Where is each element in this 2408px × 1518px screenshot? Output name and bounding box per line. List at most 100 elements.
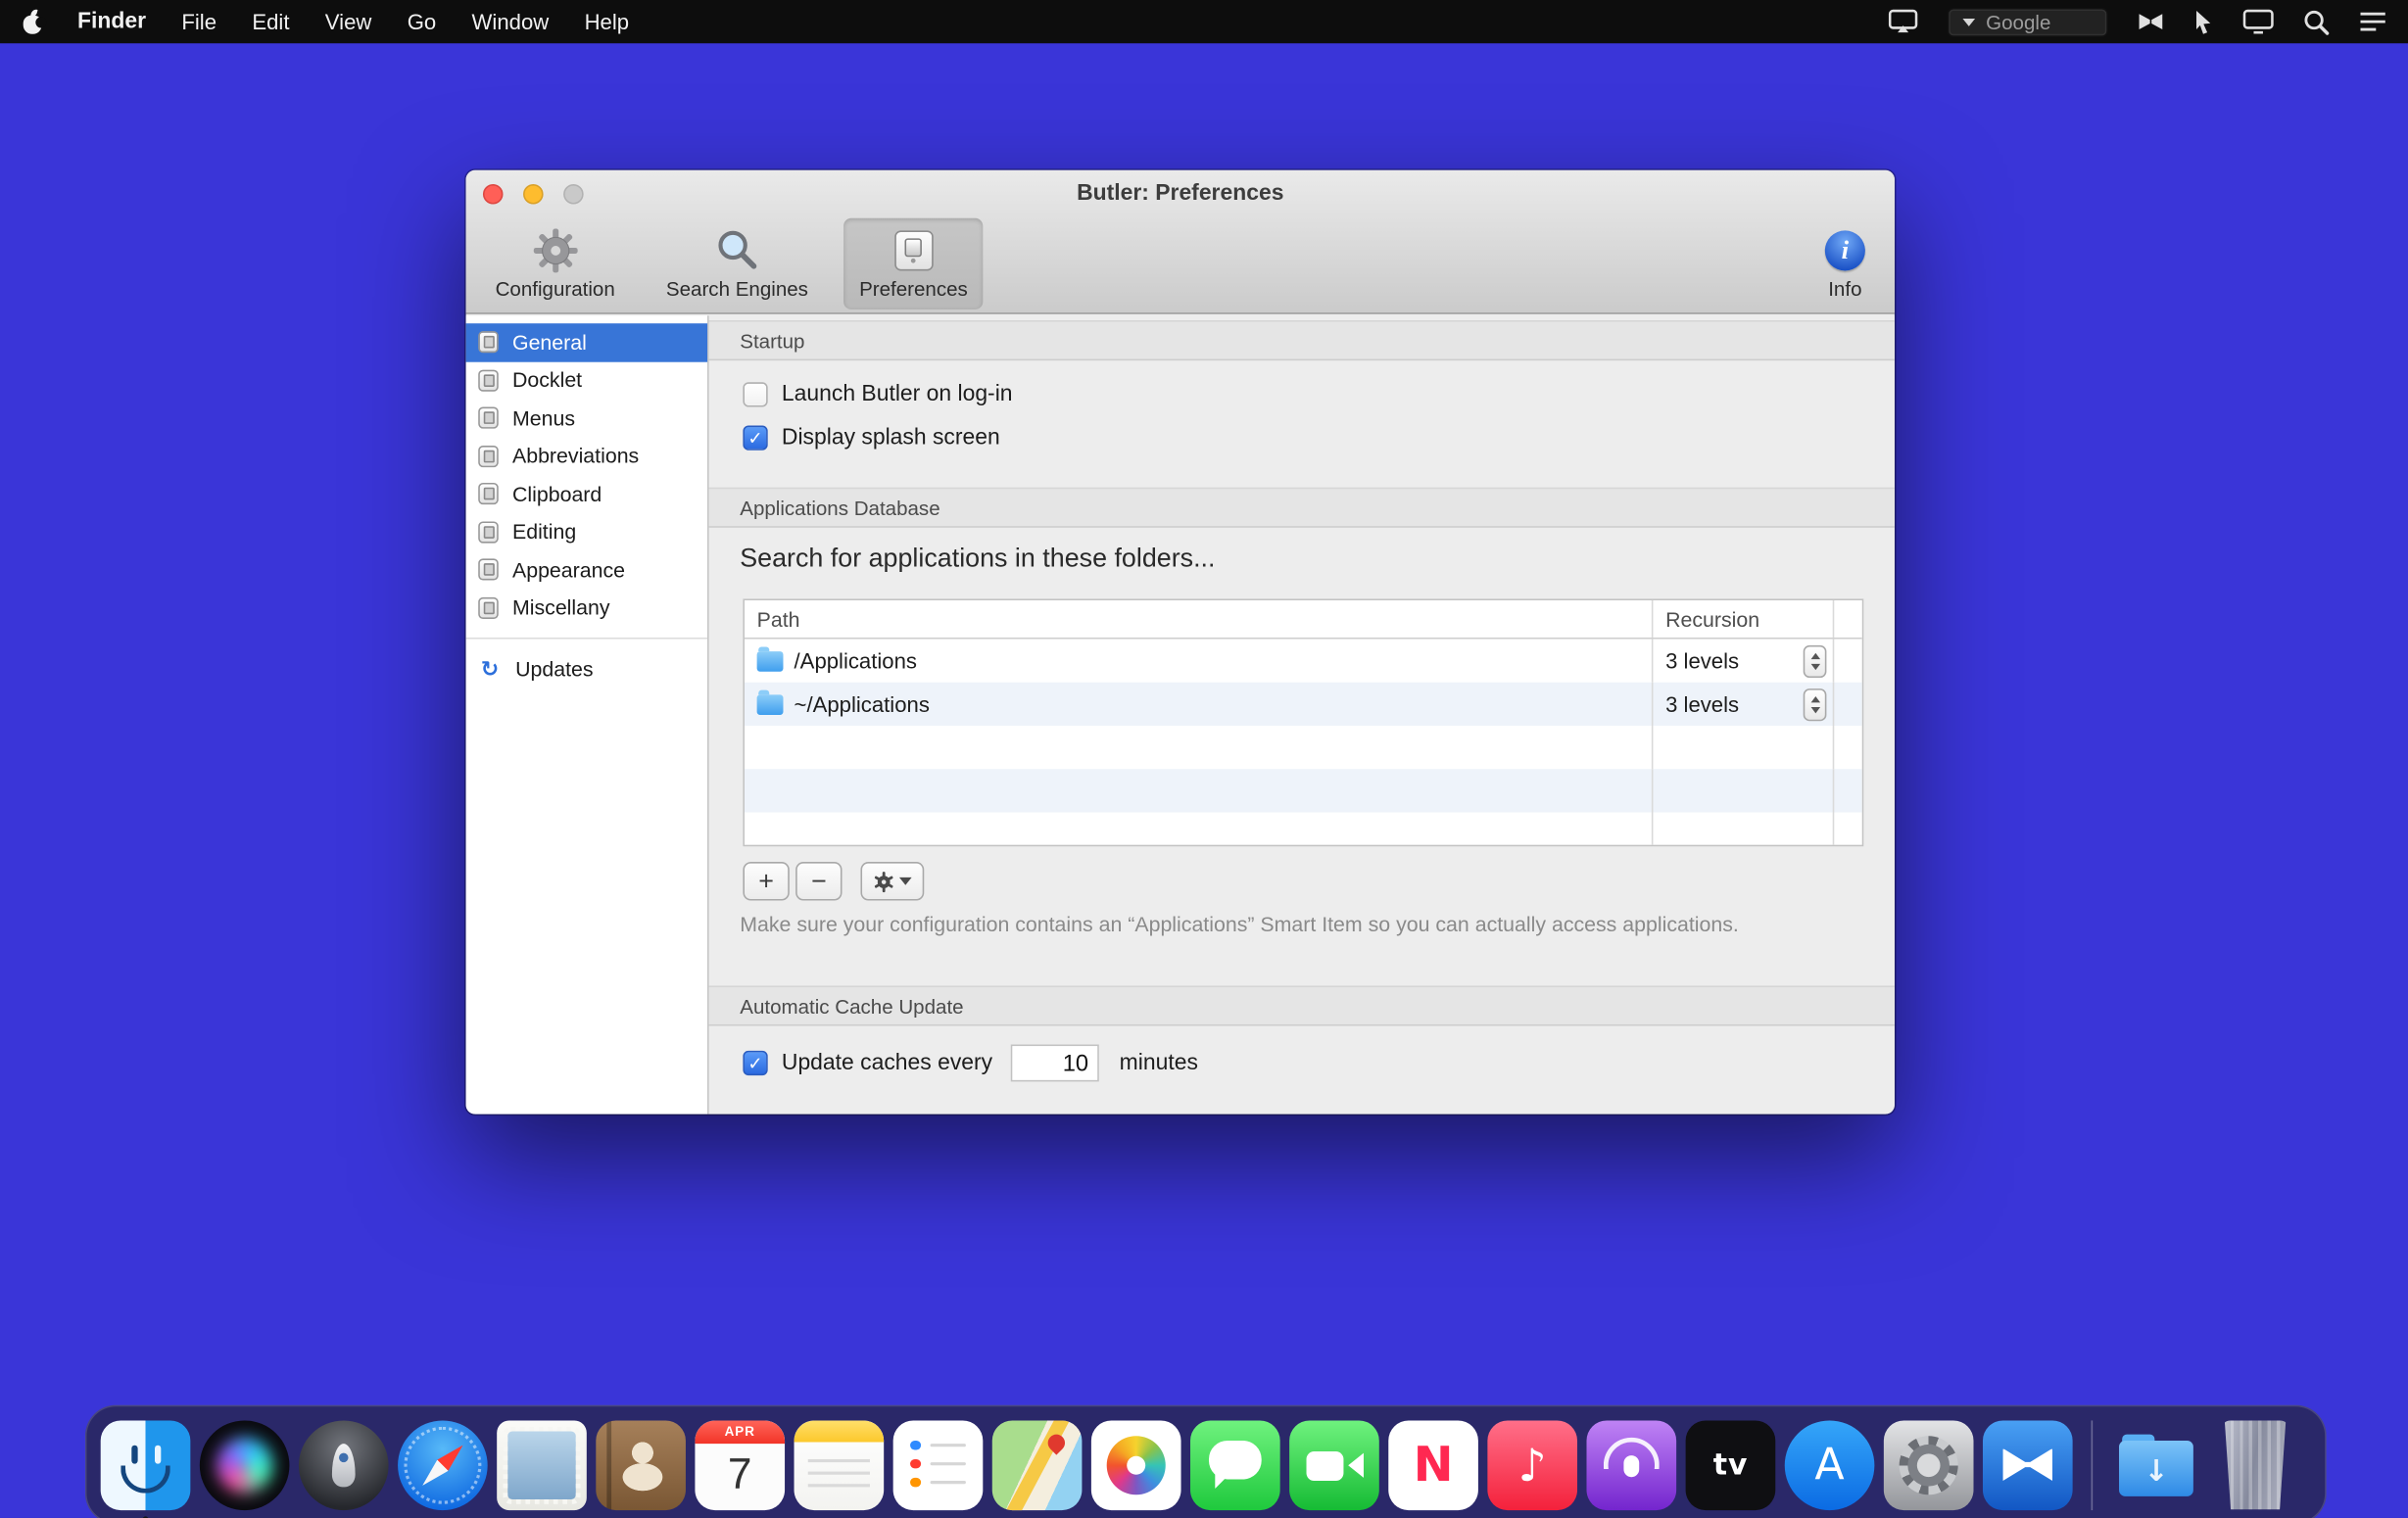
dock-trash[interactable] xyxy=(2210,1419,2300,1510)
recursion-stepper[interactable] xyxy=(1803,688,1827,721)
calendar-month: APR xyxy=(724,1423,755,1440)
preferences-sidebar: General Docklet Menus Abbreviations Clip… xyxy=(465,315,709,1115)
update-caches-checkbox[interactable] xyxy=(743,1050,768,1076)
switch-icon xyxy=(893,224,934,275)
toolbar-configuration-button[interactable]: Configuration xyxy=(480,218,631,309)
switch-icon xyxy=(478,483,499,505)
actions-menu-button[interactable] xyxy=(860,862,925,901)
dock-podcasts[interactable] xyxy=(1586,1419,1677,1510)
music-icon: ♪ xyxy=(1487,1419,1578,1510)
switch-icon xyxy=(478,558,499,581)
search-engine-label: Google xyxy=(1986,10,2051,33)
applications-folders-table: Path Recursion /Applications 3 levels ~/… xyxy=(743,598,1864,847)
menu-app-name[interactable]: Finder xyxy=(77,9,146,33)
table-filler-row xyxy=(745,726,1862,770)
toolbar-search-engines-button[interactable]: Search Engines xyxy=(650,218,824,309)
dock-music[interactable]: ♪ xyxy=(1487,1419,1578,1510)
dock-news[interactable]: N xyxy=(1388,1419,1478,1510)
screen-mirroring-icon[interactable] xyxy=(1888,9,1918,33)
cache-update-row: Update caches every minutes xyxy=(743,1044,1198,1082)
column-header-path[interactable]: Path xyxy=(745,600,1654,638)
column-header-recursion[interactable]: Recursion xyxy=(1653,600,1835,638)
dock-finder[interactable] xyxy=(100,1419,191,1510)
path-cell: ~/Applications xyxy=(794,691,930,717)
sidebar-item-abbreviations[interactable]: Abbreviations xyxy=(466,437,707,475)
dock-reminders[interactable] xyxy=(892,1419,984,1510)
dock-maps[interactable] xyxy=(991,1419,1083,1510)
dock-launchpad[interactable] xyxy=(298,1419,389,1510)
magnifier-icon xyxy=(714,224,760,275)
section-title: Automatic Cache Update xyxy=(740,994,964,1018)
sidebar-item-clipboard[interactable]: Clipboard xyxy=(466,475,707,513)
spotlight-icon[interactable] xyxy=(2303,9,2330,35)
menu-go[interactable]: Go xyxy=(408,9,437,33)
sidebar-item-docklet[interactable]: Docklet xyxy=(466,361,707,400)
dock-siri[interactable] xyxy=(199,1419,290,1510)
desktop-wallpaper: Finder File Edit View Go Window Help Goo… xyxy=(0,0,2408,1518)
row-spacer xyxy=(1834,640,1861,683)
toolbar-preferences-button[interactable]: Preferences xyxy=(843,217,984,309)
menu-bar-status-items: Google xyxy=(1888,7,2387,37)
dock-mail[interactable] xyxy=(497,1419,587,1510)
messages-icon xyxy=(1190,1419,1280,1510)
menubar-search-field[interactable]: Google xyxy=(1947,7,2108,37)
recursion-cell: 3 levels xyxy=(1665,648,1740,674)
menu-help[interactable]: Help xyxy=(585,9,629,33)
sidebar-item-general[interactable]: General xyxy=(465,323,708,361)
toolbar-configuration-label: Configuration xyxy=(495,276,615,301)
remove-folder-button[interactable]: − xyxy=(795,862,843,901)
menu-file[interactable]: File xyxy=(181,9,217,33)
refresh-icon xyxy=(478,656,502,683)
switch-icon xyxy=(478,445,499,467)
folder-icon xyxy=(756,688,784,715)
dock-contacts[interactable] xyxy=(596,1419,686,1510)
launch-on-login-row: Launch Butler on log-in xyxy=(743,382,1013,407)
dock-notes[interactable] xyxy=(794,1419,885,1510)
column-header-spacer xyxy=(1834,600,1861,638)
dock-app-store[interactable]: A xyxy=(1784,1419,1875,1510)
sidebar-item-editing[interactable]: Editing xyxy=(466,513,707,551)
butler-menu-icon[interactable] xyxy=(2138,13,2164,31)
display-splash-checkbox[interactable] xyxy=(743,425,768,451)
siri-icon xyxy=(199,1419,290,1510)
add-folder-button[interactable]: + xyxy=(743,862,790,901)
minutes-field[interactable] xyxy=(1011,1044,1100,1082)
dock-system-preferences[interactable] xyxy=(1883,1419,1974,1510)
dock-calendar[interactable]: APR 7 xyxy=(695,1419,786,1510)
checkbox-label: Launch Butler on log-in xyxy=(781,382,1013,407)
notes-icon xyxy=(794,1419,885,1510)
toolbar-info-button[interactable]: i Info xyxy=(1809,218,1881,309)
display-icon[interactable] xyxy=(2242,9,2274,34)
dock-messages[interactable] xyxy=(1190,1419,1280,1510)
pointer-icon[interactable] xyxy=(2193,9,2214,35)
sidebar-item-updates[interactable]: Updates xyxy=(466,650,707,688)
table-filler-row xyxy=(745,812,1862,845)
checkbox-label: Display splash screen xyxy=(781,425,1000,451)
sidebar-item-miscellany[interactable]: Miscellany xyxy=(466,589,707,627)
sidebar-item-label: Editing xyxy=(511,520,577,544)
table-row[interactable]: ~/Applications 3 levels xyxy=(744,682,1862,727)
sidebar-item-menus[interactable]: Menus xyxy=(466,400,707,438)
launch-on-login-checkbox[interactable] xyxy=(743,382,768,407)
sidebar-item-appearance[interactable]: Appearance xyxy=(466,550,707,589)
menu-edit[interactable]: Edit xyxy=(252,9,289,33)
dock-butler[interactable] xyxy=(1982,1419,2073,1510)
table-filler-row xyxy=(744,769,1862,813)
recursion-stepper[interactable] xyxy=(1803,644,1827,678)
gear-icon xyxy=(532,224,578,275)
menu-view[interactable]: View xyxy=(325,9,372,33)
menu-bar-left: Finder File Edit View Go Window Help xyxy=(22,8,629,34)
dock-safari[interactable] xyxy=(398,1419,488,1510)
apple-menu-icon[interactable] xyxy=(22,8,47,33)
dock-photos[interactable] xyxy=(1090,1419,1181,1510)
dock-downloads[interactable]: ↓ xyxy=(2111,1420,2201,1510)
folder-icon xyxy=(756,645,784,671)
menu-bar: Finder File Edit View Go Window Help Goo… xyxy=(0,0,2408,44)
dock-facetime[interactable] xyxy=(1289,1419,1379,1510)
table-row[interactable]: /Applications 3 levels xyxy=(745,639,1862,683)
dock-tv[interactable]: tv xyxy=(1685,1419,1776,1510)
photos-icon xyxy=(1090,1419,1181,1510)
list-menu-icon[interactable] xyxy=(2359,11,2386,32)
menu-window[interactable]: Window xyxy=(472,9,550,33)
dock-separator xyxy=(2091,1419,2094,1510)
